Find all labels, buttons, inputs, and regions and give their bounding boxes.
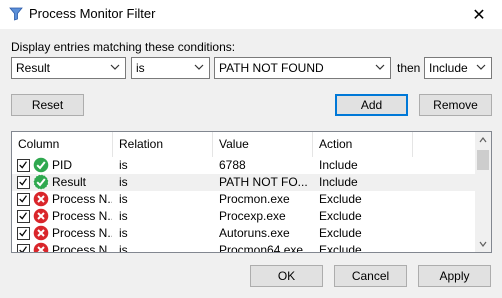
scroll-down-button[interactable] [475, 236, 491, 252]
ok-button[interactable]: OK [250, 265, 323, 287]
row-action: Exclude [319, 226, 362, 240]
title-bar: Process Monitor Filter ✕ [0, 0, 502, 29]
conditions-label: Display entries matching these condition… [11, 40, 236, 54]
chevron-down-icon [479, 241, 487, 247]
chevron-up-icon [479, 137, 487, 143]
row-column: Process N... [52, 192, 112, 206]
action-select-value: Include [429, 61, 468, 75]
relation-select[interactable]: is [131, 57, 210, 79]
row-value: Procexp.exe [219, 209, 286, 223]
row-column: Process N... [52, 209, 112, 223]
row-value: PATH NOT FO... [219, 175, 308, 189]
value-combo-text[interactable]: PATH NOT FOUND [219, 61, 324, 75]
chevron-down-icon [375, 64, 385, 70]
table-row[interactable]: Process N... is Procmon.exe Exclude [12, 191, 477, 208]
row-value: Autoruns.exe [219, 226, 290, 240]
checkmark-icon [19, 246, 27, 252]
scroll-up-button[interactable] [475, 132, 491, 148]
exclude-x-icon [33, 225, 49, 241]
reset-button-label: Reset [31, 98, 64, 112]
row-relation: is [119, 226, 128, 240]
cancel-button-label: Cancel [351, 269, 390, 283]
header-column[interactable]: Column [12, 132, 113, 157]
checkmark-icon [19, 161, 27, 169]
header-action[interactable]: Action [313, 132, 413, 157]
row-relation: is [119, 209, 128, 223]
row-column: Process N [52, 243, 108, 253]
list-header: Column Relation Value Action [12, 132, 477, 157]
table-row[interactable]: PID is 6788 Include [12, 157, 477, 174]
include-check-icon [33, 157, 49, 173]
row-checkbox[interactable] [17, 176, 30, 189]
remove-button[interactable]: Remove [419, 94, 492, 116]
row-action: Exclude [319, 192, 362, 206]
vertical-scrollbar[interactable] [475, 132, 491, 252]
row-checkbox[interactable] [17, 227, 30, 240]
row-action: Include [319, 158, 358, 172]
apply-button[interactable]: Apply [418, 265, 491, 287]
close-icon: ✕ [472, 6, 486, 24]
row-value: Procmon.exe [219, 192, 290, 206]
table-row[interactable]: Process N is Procmon64.exe Exclude [12, 242, 477, 253]
cancel-button[interactable]: Cancel [334, 265, 407, 287]
remove-button-label: Remove [433, 98, 478, 112]
row-value: 6788 [219, 158, 246, 172]
table-row[interactable]: Process N... is Autoruns.exe Exclude [12, 225, 477, 242]
column-select-value: Result [16, 61, 51, 75]
then-label: then [397, 61, 421, 75]
header-value[interactable]: Value [213, 132, 313, 157]
row-relation: is [119, 192, 128, 206]
checkmark-icon [19, 195, 27, 203]
exclude-x-icon [33, 242, 49, 252]
relation-select-value: is [136, 61, 145, 75]
checkmark-icon [19, 229, 27, 237]
ok-button-label: OK [277, 269, 296, 283]
chevron-down-icon [194, 64, 204, 70]
value-combo[interactable]: PATH NOT FOUND [214, 57, 391, 79]
add-button[interactable]: Add [335, 94, 408, 116]
table-row[interactable]: Process N... is Procexp.exe Exclude [12, 208, 477, 225]
row-column: PID [52, 158, 73, 172]
chevron-down-icon [476, 64, 486, 70]
apply-button-label: Apply [439, 269, 470, 283]
action-select[interactable]: Include [424, 57, 492, 79]
include-check-icon [33, 174, 49, 190]
row-action: Exclude [319, 243, 362, 253]
header-relation[interactable]: Relation [113, 132, 213, 157]
row-checkbox[interactable] [17, 244, 30, 252]
row-action: Include [319, 175, 358, 189]
row-action: Exclude [319, 209, 362, 223]
filter-list[interactable]: Column Relation Value Action PID is 6788… [11, 131, 492, 253]
row-value: Procmon64.exe [219, 243, 304, 253]
filter-funnel-icon [9, 7, 23, 21]
close-button[interactable]: ✕ [456, 0, 502, 29]
exclude-x-icon [33, 208, 49, 224]
row-column: Result [52, 175, 87, 189]
row-relation: is [119, 158, 128, 172]
row-relation: is [119, 175, 128, 189]
row-column: Process N... [52, 226, 112, 240]
chevron-down-icon [110, 64, 120, 70]
row-relation: is [119, 243, 128, 253]
column-select[interactable]: Result [11, 57, 126, 79]
row-checkbox[interactable] [17, 210, 30, 223]
reset-button[interactable]: Reset [11, 94, 84, 116]
exclude-x-icon [33, 191, 49, 207]
add-button-label: Add [360, 98, 383, 112]
scrollbar-thumb[interactable] [477, 150, 489, 170]
row-checkbox[interactable] [17, 159, 30, 172]
checkmark-icon [19, 212, 27, 220]
table-row[interactable]: Result is PATH NOT FO... Include [12, 174, 477, 191]
checkmark-icon [19, 178, 27, 186]
row-checkbox[interactable] [17, 193, 30, 206]
window-title: Process Monitor Filter [29, 6, 156, 21]
